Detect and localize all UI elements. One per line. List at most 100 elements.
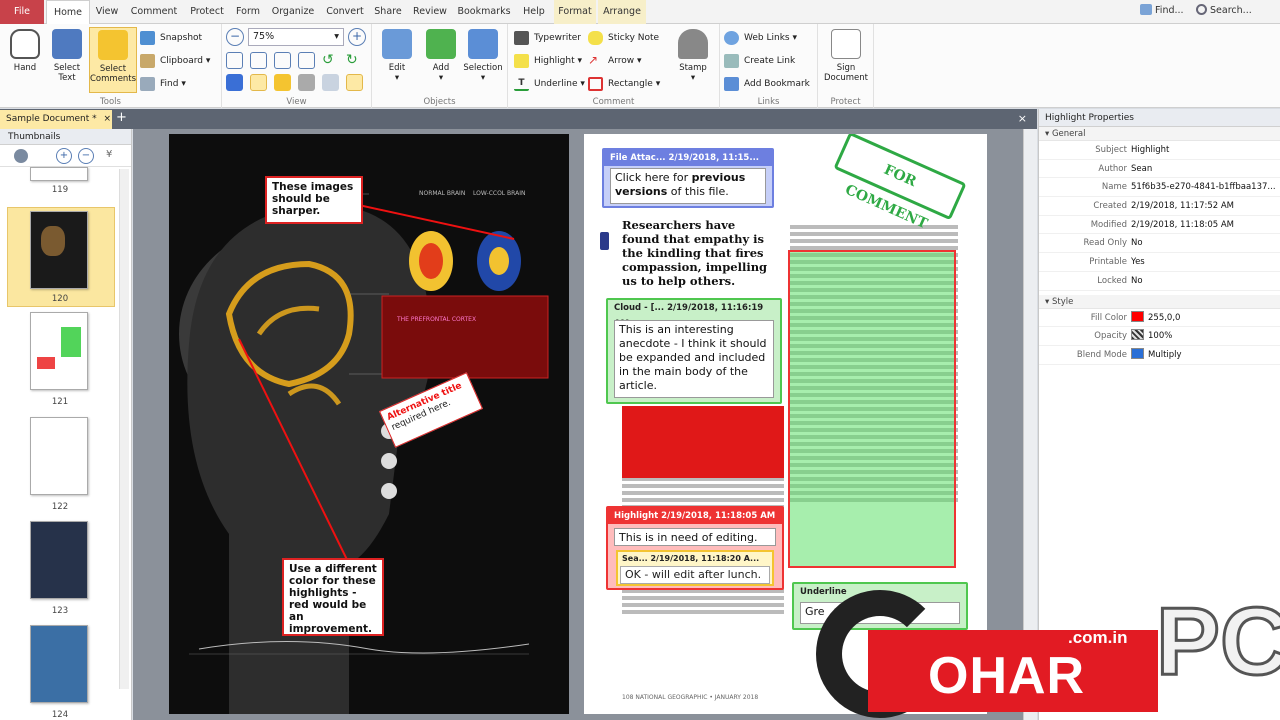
reply-comment[interactable]: Sea... 2/19/2018, 11:18:20 A... OK - wil… <box>616 550 774 586</box>
typewriter-button[interactable]: Typewriter <box>514 29 581 47</box>
tab-arrange[interactable]: Arrange <box>598 0 646 24</box>
new-tab-button[interactable]: + <box>116 111 128 125</box>
attachment-icon[interactable] <box>298 74 315 91</box>
zoom-out-button[interactable]: − <box>226 28 244 46</box>
section-style[interactable]: ▾ Style <box>1039 294 1280 309</box>
add-button[interactable]: Add ▾ <box>418 27 464 93</box>
fit-visible-icon[interactable] <box>298 52 315 69</box>
thumbnails-scrollbar[interactable] <box>119 169 129 689</box>
select-view-icon[interactable] <box>250 74 267 91</box>
rotate-left-icon[interactable]: ↺ <box>322 52 339 69</box>
clipboard-button[interactable]: Clipboard ▾ <box>140 52 210 70</box>
for-comment-stamp[interactable]: FOR COMMENT <box>833 134 967 232</box>
prop-row[interactable]: Author Sean <box>1039 160 1280 179</box>
hand-button[interactable]: Hand <box>2 27 48 93</box>
fit-width-icon[interactable] <box>274 52 291 69</box>
web-links-button[interactable]: Web Links ▾ <box>724 29 797 47</box>
fill-color-swatch[interactable] <box>1131 310 1144 322</box>
find-tool-button[interactable]: Find ▾ <box>140 75 186 93</box>
cloud-comment-body[interactable]: This is an interesting anecdote - I thin… <box>614 320 774 398</box>
bookmark-icon[interactable] <box>226 74 243 91</box>
links-group: Web Links ▾ Create Link Add Bookmark Lin… <box>720 24 818 108</box>
close-document-button[interactable]: × <box>1018 112 1027 125</box>
annotation-note-color[interactable]: Use a different color for these highligh… <box>282 558 384 636</box>
tab-format[interactable]: Format <box>554 0 596 24</box>
search-button[interactable]: Search... <box>1196 4 1252 16</box>
zoom-in-button[interactable]: + <box>348 28 366 46</box>
section-general[interactable]: ▾ General <box>1039 127 1280 141</box>
arrow-button[interactable]: ↗ Arrow ▾ <box>588 52 641 70</box>
rectangle-button[interactable]: Rectangle ▾ <box>588 75 660 93</box>
selection-button[interactable]: Selection ▾ <box>460 27 506 93</box>
prop-row[interactable]: Printable Yes <box>1039 253 1280 272</box>
tab-share[interactable]: Share <box>372 0 404 24</box>
paperclip-icon[interactable] <box>600 232 609 250</box>
cloud-comment-popup[interactable]: Cloud - [... 2/19/2018, 11:16:19 AM This… <box>606 298 782 404</box>
thumbnail-page-122[interactable] <box>30 417 88 495</box>
zoom-select[interactable]: 75% ▾ <box>248 28 344 46</box>
annotation-note-sharper[interactable]: These images should be sharper. <box>265 176 363 224</box>
tab-view[interactable]: View <box>92 0 122 24</box>
tab-organize[interactable]: Organize <box>268 0 318 24</box>
red-rectangle-annotation[interactable] <box>788 250 956 568</box>
add-bookmark-button[interactable]: Add Bookmark <box>724 75 810 93</box>
sticky-note-button[interactable]: Sticky Note <box>588 29 659 47</box>
settings-icon[interactable] <box>14 149 28 163</box>
links-group-label: Links <box>757 97 780 107</box>
prop-row[interactable]: Opacity 100% <box>1039 327 1280 346</box>
underline-button[interactable]: T Underline ▾ <box>514 75 585 93</box>
tab-convert[interactable]: Convert <box>324 0 366 24</box>
tab-review[interactable]: Review <box>410 0 450 24</box>
prop-row[interactable]: Read Only No <box>1039 234 1280 254</box>
edit-button[interactable]: Edit ▾ <box>374 27 420 93</box>
sign-document-button[interactable]: Sign Document <box>822 27 870 93</box>
comment-view-icon[interactable] <box>274 74 291 91</box>
zoom-out-icon[interactable]: − <box>78 148 94 164</box>
highlight-comment-popup[interactable]: Highlight 2/19/2018, 11:18:05 AM This is… <box>606 506 784 590</box>
rotate-right-icon[interactable]: ↻ <box>346 52 363 69</box>
thumbnail-page-119[interactable] <box>30 167 88 181</box>
thumbnail-page-120[interactable] <box>30 211 88 289</box>
reply-body[interactable]: OK - will edit after lunch. <box>620 566 770 584</box>
thumbnail-page-123[interactable] <box>30 521 88 599</box>
fit-page-icon[interactable] <box>250 52 267 69</box>
tab-help[interactable]: Help <box>518 0 550 24</box>
tab-comment[interactable]: Comment <box>128 0 180 24</box>
prop-row[interactable]: Blend Mode Multiply <box>1039 346 1280 365</box>
prop-row[interactable]: Modified 2/19/2018, 11:18:05 AM <box>1039 216 1280 235</box>
document-tab[interactable]: Sample Document * × <box>0 110 112 129</box>
document-tab-label: Sample Document * <box>6 114 97 124</box>
tab-protect[interactable]: Protect <box>186 0 228 24</box>
prop-row[interactable]: Fill Color 255,0,0 <box>1039 309 1280 328</box>
tab-form[interactable]: Form <box>234 0 262 24</box>
stamp-button[interactable]: Stamp ▾ <box>670 27 716 93</box>
close-icon[interactable]: × <box>103 114 111 124</box>
logo-domain: .com.in <box>1068 628 1128 647</box>
fields-icon[interactable] <box>346 74 363 91</box>
prop-row[interactable]: Locked No <box>1039 272 1280 291</box>
prop-row[interactable]: Name 51f6b35-e270-4841-b1ffbaa137... <box>1039 178 1280 198</box>
thumbnail-page-124[interactable] <box>30 625 88 703</box>
layers-icon[interactable] <box>322 74 339 91</box>
options-icon[interactable]: ¥ <box>106 149 112 160</box>
protect-group: Sign Document Protect <box>818 24 874 108</box>
prop-row[interactable]: Created 2/19/2018, 11:17:52 AM <box>1039 197 1280 216</box>
rectangle-icon <box>588 77 603 91</box>
highlight-button[interactable]: Highlight ▾ <box>514 52 582 70</box>
actual-size-icon[interactable] <box>226 52 243 69</box>
snapshot-button[interactable]: Snapshot <box>140 29 202 47</box>
thumbnail-page-121[interactable] <box>30 312 88 390</box>
find-button[interactable]: Find... <box>1140 4 1184 16</box>
tab-home[interactable]: Home <box>46 0 90 25</box>
highlight-comment-body[interactable]: This is in need of editing. <box>614 528 776 546</box>
tab-bookmarks[interactable]: Bookmarks <box>456 0 512 24</box>
zoom-in-icon[interactable]: + <box>56 148 72 164</box>
file-attachment-body[interactable]: Click here for previous versions of this… <box>610 168 766 204</box>
create-link-button[interactable]: Create Link <box>724 52 795 70</box>
prop-row[interactable]: Subject Highlight <box>1039 141 1280 160</box>
red-highlight-block[interactable] <box>622 406 784 478</box>
select-comments-button[interactable]: Select Comments <box>89 27 137 93</box>
tab-file[interactable]: File <box>0 0 44 24</box>
file-attachment-popup[interactable]: File Attac... 2/19/2018, 11:15... Click … <box>602 148 774 208</box>
select-text-button[interactable]: Select Text <box>44 27 90 93</box>
